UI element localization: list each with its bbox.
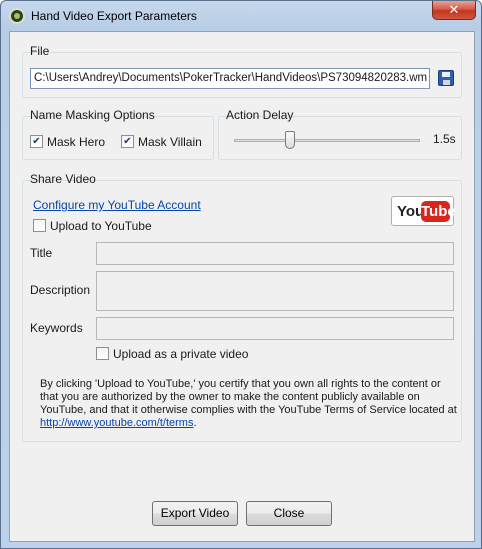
terms-notice-text: By clicking 'Upload to YouTube,' you cer… (40, 378, 457, 416)
close-button[interactable]: Close (246, 501, 332, 526)
upload-youtube-checkbox[interactable] (33, 219, 46, 232)
configure-youtube-link[interactable]: Configure my YouTube Account (33, 198, 201, 212)
action-delay-label: Action Delay (226, 108, 294, 122)
mask-villain-checkbox[interactable] (121, 135, 134, 148)
youtube-logo: You Tube (391, 196, 456, 226)
mask-hero-label: Mask Hero (47, 135, 106, 149)
name-masking-label: Name Masking Options (30, 108, 155, 122)
mask-villain-label: Mask Villain (138, 135, 202, 149)
title-label: Title (30, 246, 53, 260)
keywords-label: Keywords (30, 321, 83, 335)
youtube-terms-notice: By clicking 'Upload to YouTube,' you cer… (40, 378, 460, 430)
file-path-input[interactable]: C:\Users\Andrey\Documents\PokerTracker\H… (30, 68, 430, 89)
dialog-window: Hand Video Export Parameters ✕ File C:\U… (0, 0, 482, 549)
window-close-button[interactable]: ✕ (432, 1, 476, 20)
title-input[interactable] (96, 242, 454, 265)
keywords-input[interactable] (96, 317, 454, 340)
title-bar[interactable]: Hand Video Export Parameters ✕ (1, 1, 481, 31)
save-file-icon[interactable] (438, 70, 454, 86)
action-delay-value: 1.5s (433, 132, 456, 146)
window-title: Hand Video Export Parameters (31, 9, 197, 23)
export-video-button[interactable]: Export Video (152, 501, 238, 526)
file-group-label: File (30, 44, 50, 58)
youtube-logo-tube: Tube (421, 201, 456, 222)
action-delay-track[interactable] (234, 139, 420, 142)
poker-chip-icon (9, 8, 25, 24)
terms-notice-end: . (193, 417, 197, 429)
description-label: Description (30, 283, 91, 297)
dialog-body: File C:\Users\Andrey\Documents\PokerTrac… (9, 31, 475, 542)
action-delay-group (218, 116, 462, 160)
share-video-label: Share Video (30, 172, 96, 186)
mask-hero-checkbox[interactable] (30, 135, 43, 148)
upload-youtube-label: Upload to YouTube (50, 219, 152, 233)
description-input[interactable] (96, 271, 454, 311)
youtube-terms-link[interactable]: http://www.youtube.com/t/terms (40, 417, 193, 429)
action-delay-slider-thumb[interactable] (284, 131, 295, 149)
private-video-label: Upload as a private video (113, 347, 249, 361)
private-video-checkbox[interactable] (96, 347, 109, 360)
